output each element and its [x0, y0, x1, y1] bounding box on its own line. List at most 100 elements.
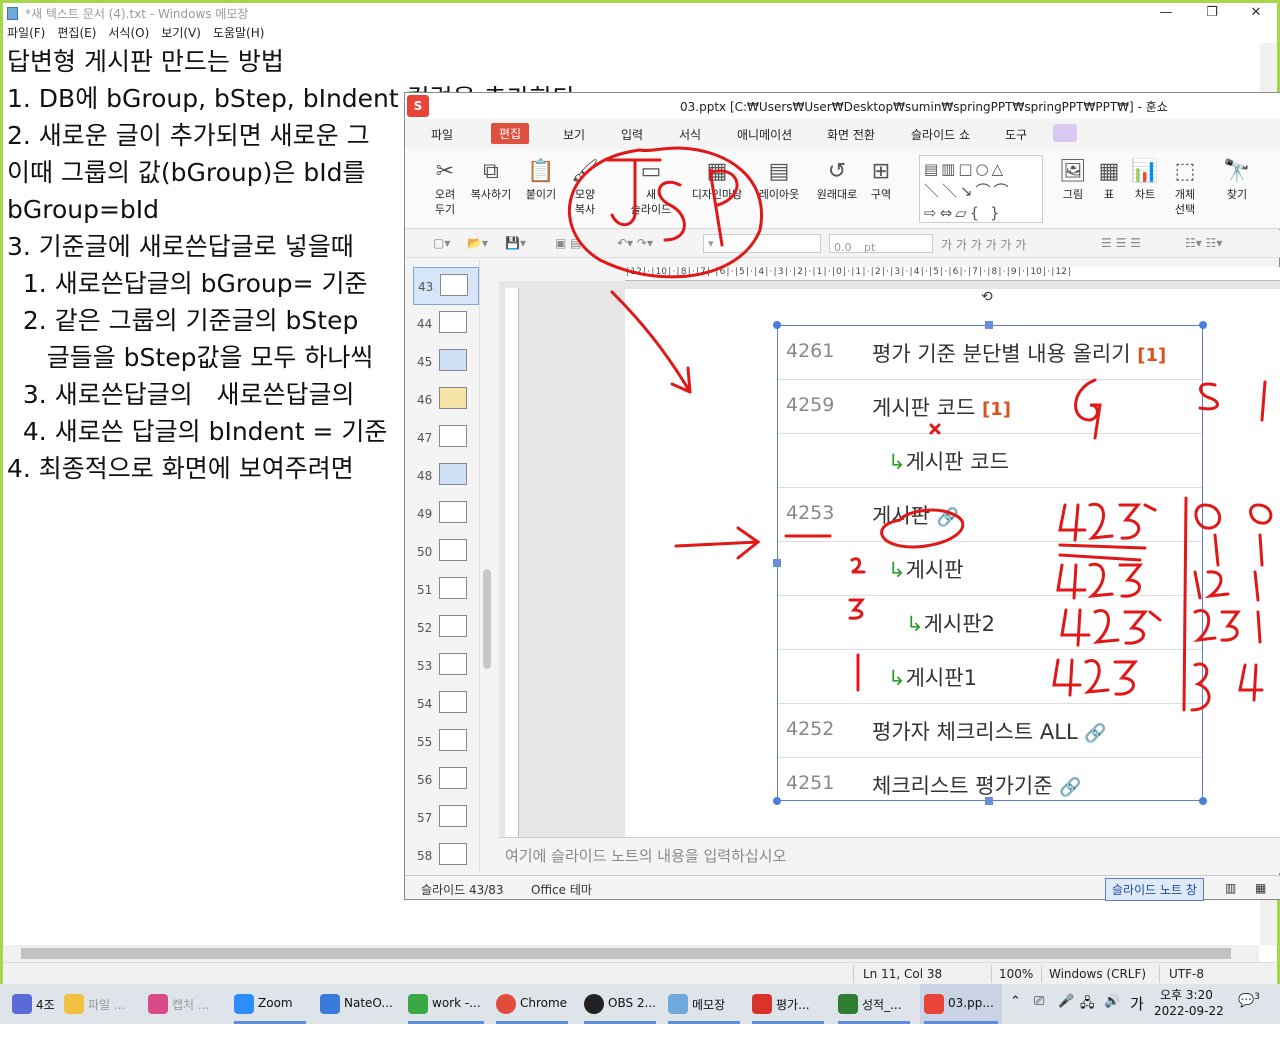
taskbar-item[interactable]: 메모장: [664, 984, 744, 1024]
resize-handle[interactable]: [985, 321, 993, 329]
comment-count: [1]: [1137, 345, 1167, 366]
resize-handle[interactable]: [773, 559, 781, 567]
menu-file[interactable]: 파일(F): [7, 23, 45, 43]
align-icons[interactable]: ☰ ☰ ☰: [1101, 236, 1141, 250]
open-icon[interactable]: 📂▾: [467, 236, 488, 250]
slide-thumbnail[interactable]: 53: [413, 647, 479, 685]
thumbnail-scrollbar[interactable]: [479, 259, 493, 871]
slide-thumbnail[interactable]: 58: [413, 837, 479, 875]
slide-thumbnail[interactable]: 44: [413, 305, 479, 343]
ime-indicator[interactable]: 가: [1130, 993, 1144, 1033]
print-icon[interactable]: ▣ ▤: [555, 236, 582, 250]
design-button[interactable]: ▦ 디자인마당: [689, 157, 745, 202]
slide-thumbnail[interactable]: 54: [413, 685, 479, 723]
section-button[interactable]: ⊞ 구역: [853, 157, 909, 202]
reply-arrow-icon: ↳: [888, 450, 906, 474]
layout-button[interactable]: ▤ 레이아웃: [751, 157, 807, 202]
maximize-icon[interactable]: ❐: [1189, 3, 1235, 23]
microphone-icon[interactable]: 🎤: [1058, 994, 1074, 1034]
new-doc-icon[interactable]: ▢▾: [433, 236, 450, 250]
taskbar-item[interactable]: NateO...: [316, 984, 396, 1024]
slide-thumbnail[interactable]: 46: [413, 381, 479, 419]
resize-handle[interactable]: [773, 797, 781, 805]
hs-menu-edit[interactable]: 편집: [491, 123, 530, 144]
slide-thumbnail[interactable]: 45: [413, 343, 479, 381]
taskbar-item[interactable]: Zoom: [230, 984, 310, 1024]
taskbar-item[interactable]: 캡처 ...: [144, 984, 224, 1024]
line-ending: Windows (CRLF): [1049, 967, 1147, 981]
new-slide-button[interactable]: ▭ 새 슬라이드: [623, 157, 679, 217]
taskbar-item[interactable]: work -...: [404, 984, 488, 1024]
vertical-ruler: [505, 288, 519, 838]
network-icon[interactable]: 🖧: [1080, 994, 1095, 1034]
resize-handle[interactable]: [1199, 797, 1207, 805]
shapes-gallery[interactable]: ▤▥□○△ ＼＼↘⌒⌒ ⇨⇔▱{ }: [919, 155, 1043, 223]
taskbar-item[interactable]: 평가...: [748, 984, 828, 1024]
notification-icon[interactable]: 💬3: [1238, 992, 1260, 1032]
format-painter-button[interactable]: 🖌 모양 복사: [557, 157, 613, 217]
save-icon[interactable]: 💾▾: [505, 236, 526, 250]
slide-thumbnail[interactable]: 47: [413, 419, 479, 457]
meet-now-icon[interactable]: ⎚: [1034, 994, 1044, 1034]
hs-menu-slideshow[interactable]: 슬라이드 쇼: [911, 126, 970, 143]
normal-view-icon[interactable]: ▥: [1225, 881, 1236, 895]
menu-help[interactable]: 도움말(H): [213, 23, 265, 43]
select-object-button[interactable]: ⬚ 개체 선택: [1157, 157, 1213, 217]
copy-button[interactable]: ⧉ 복사하기: [463, 157, 519, 202]
text-style-icons[interactable]: 가 가 가 가 가 가: [941, 236, 1026, 253]
volume-icon[interactable]: 🔊: [1104, 994, 1120, 1034]
taskbar-item[interactable]: OBS 2...: [580, 984, 660, 1024]
hs-menu-file[interactable]: 파일: [431, 126, 453, 143]
minimize-icon[interactable]: —: [1143, 3, 1189, 23]
slide-thumbnail[interactable]: 52: [413, 609, 479, 647]
font-name-field[interactable]: ▾: [703, 234, 821, 253]
slide-thumbnail[interactable]: 51: [413, 571, 479, 609]
resize-handle[interactable]: [773, 321, 781, 329]
slide-thumbnail[interactable]: 43: [413, 267, 479, 305]
slide-thumbnail-panel: 43 44 45 46 47 48 49 50 51 52 53 54 55 5…: [405, 259, 493, 871]
slide-thumbnail[interactable]: 55: [413, 723, 479, 761]
clock-date[interactable]: 2022-09-22: [1154, 1004, 1224, 1044]
taskbar-item[interactable]: Chrome: [492, 984, 572, 1024]
close-icon[interactable]: ✕: [1233, 3, 1279, 23]
board-row: 4259 게시판 코드 [1]: [778, 380, 1202, 434]
notepad-horizontal-scrollbar[interactable]: [3, 945, 1259, 962]
slide-notes-field[interactable]: 여기에 슬라이드 노트의 내용을 입력하십시오: [499, 837, 1280, 873]
hs-menu-animation[interactable]: 애니메이션: [737, 126, 792, 143]
show-hidden-icons-icon[interactable]: ⌃: [1010, 994, 1021, 1034]
sorter-view-icon[interactable]: ▦: [1255, 881, 1266, 895]
slide-thumbnail[interactable]: 56: [413, 761, 479, 799]
hs-menu-transition[interactable]: 화면 전환: [827, 126, 875, 143]
hs-menu-tools[interactable]: 도구: [1005, 126, 1027, 143]
taskbar-item[interactable]: 파일 ...: [60, 984, 140, 1024]
menu-format[interactable]: 서식(O): [108, 23, 149, 43]
board-table[interactable]: 4261 평가 기준 분단별 내용 올리기 [1] 4259 게시판 코드 [1…: [777, 325, 1203, 801]
attachment-icon: 🔗: [1084, 723, 1107, 744]
slide-thumbnail[interactable]: 57: [413, 799, 479, 837]
hs-menu-insert[interactable]: 입력: [621, 126, 643, 143]
undo-icon[interactable]: ↶▾ ↷▾: [617, 236, 653, 250]
menu-view[interactable]: 보기(V): [161, 23, 201, 43]
taskbar-item[interactable]: 성적_...: [834, 984, 914, 1024]
resize-handle[interactable]: [1199, 321, 1207, 329]
slide-thumbnail[interactable]: 49: [413, 495, 479, 533]
scroll-thumb[interactable]: [21, 948, 1231, 959]
font-size-field[interactable]: 0.0 pt: [829, 234, 933, 254]
menu-edit[interactable]: 편집(E): [57, 23, 96, 43]
taskbar-item[interactable]: 03.pp...: [920, 984, 1002, 1024]
assistant-icon[interactable]: [1053, 124, 1077, 142]
scroll-thumb[interactable]: [483, 569, 491, 669]
rotate-handle-icon[interactable]: ⟲: [981, 289, 993, 305]
board-row-title: 평가자 체크리스트 ALL: [872, 720, 1078, 744]
slide-thumbnail[interactable]: 50: [413, 533, 479, 571]
taskbar-item[interactable]: 4조: [8, 984, 58, 1024]
slide-notes-toggle[interactable]: 슬라이드 노트 창: [1105, 878, 1204, 901]
slide-thumbnail[interactable]: 48: [413, 457, 479, 495]
board-row: ↳게시판 코드: [778, 434, 1202, 488]
hs-menu-format[interactable]: 서식: [679, 126, 701, 143]
theme-name: Office 테마: [531, 883, 592, 897]
hs-menu-view[interactable]: 보기: [563, 126, 585, 143]
list-icons[interactable]: ☷▾ ☷▾: [1185, 236, 1222, 250]
resize-handle[interactable]: [985, 797, 993, 805]
find-button[interactable]: 🔭 찾기: [1209, 157, 1265, 202]
